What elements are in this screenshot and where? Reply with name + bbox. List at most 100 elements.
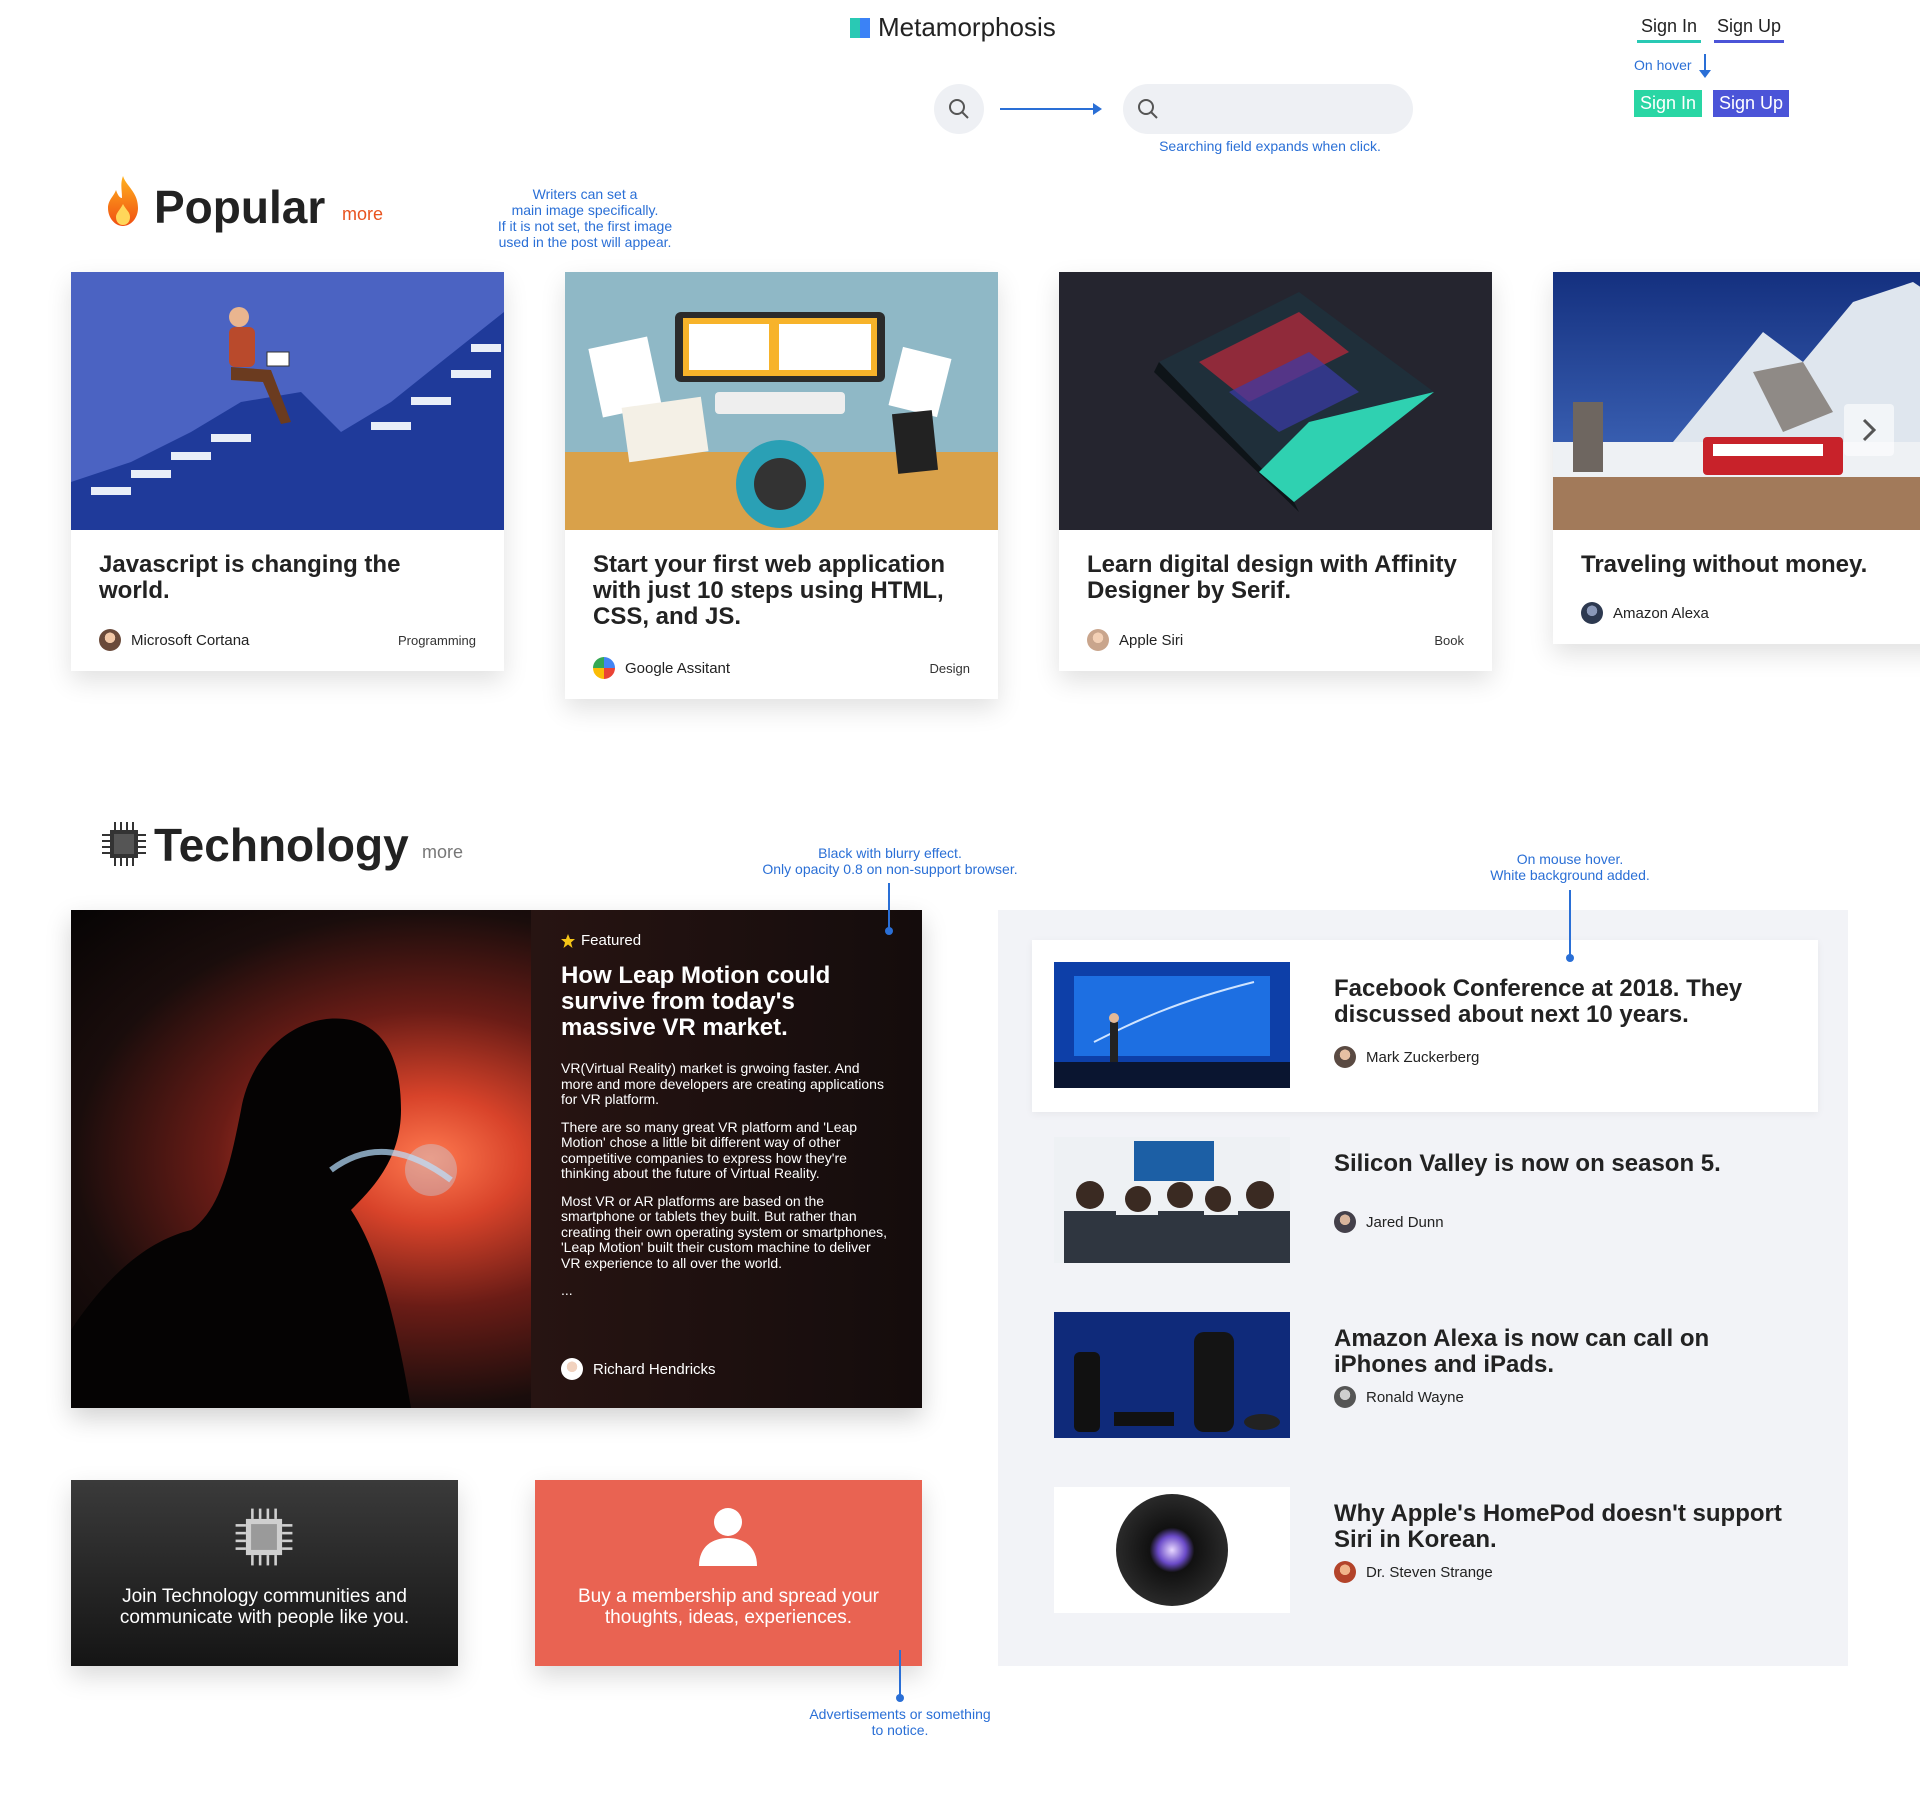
book-illustration (1059, 272, 1492, 530)
author-name[interactable]: Google Assitant (625, 660, 730, 677)
author-name[interactable]: Apple Siri (1119, 632, 1183, 649)
author-name[interactable]: Amazon Alexa (1613, 605, 1709, 622)
sign-up-button-hover[interactable]: Sign Up (1713, 90, 1790, 117)
avatar (1334, 1211, 1356, 1233)
annotation-line: On mouse hover. (1516, 851, 1624, 867)
search-field-expanded[interactable] (1123, 84, 1413, 134)
ads-annotation: Advertisements or something to notice. (780, 1706, 1020, 1738)
hover-bg-annotation: On mouse hover. White background added. (1450, 851, 1690, 883)
author-name[interactable]: Jared Dunn (1366, 1214, 1444, 1231)
hover-annotation-pin (1566, 890, 1574, 962)
workspace-illustration (565, 272, 998, 530)
featured-paragraph: VR(Virtual Reality) market is grwoing fa… (561, 1060, 884, 1107)
list-thumbnail (1054, 1312, 1290, 1438)
annotation-line: Black with blurry effect. (818, 845, 962, 861)
popular-card[interactable]: Learn digital design with Affinity Desig… (1059, 272, 1492, 671)
author-name[interactable]: Dr. Steven Strange (1366, 1564, 1493, 1581)
popular-card[interactable]: Traveling without money. Amazon Alexa (1553, 272, 1920, 644)
carousel-next-button[interactable] (1844, 404, 1894, 456)
list-item[interactable]: Facebook Conference at 2018. They discus… (1032, 940, 1818, 1112)
annotation-line: Only opacity 0.8 on non-support browser. (762, 861, 1018, 877)
list-item-meta: Jared Dunn (1334, 1211, 1444, 1233)
avatar (1087, 629, 1109, 651)
list-item-title[interactable]: Silicon Valley is now on season 5. (1334, 1151, 1794, 1177)
homepod-photo (1054, 1487, 1290, 1613)
popular-card[interactable]: Start your first web application with ju… (565, 272, 998, 699)
featured-panel: Featured How Leap Motion could survive f… (531, 910, 922, 1408)
card-title[interactable]: Traveling without money. (1581, 552, 1920, 578)
avatar (593, 657, 615, 679)
author-name[interactable]: Richard Hendricks (593, 1361, 716, 1378)
featured-meta: Richard Hendricks (561, 1358, 716, 1380)
category-label[interactable]: Book (1434, 633, 1464, 648)
annotation-line: If it is not set, the first image (497, 218, 673, 234)
card-title[interactable]: Javascript is changing the world. (99, 552, 476, 604)
membership-text: Buy a membership and spread your thought… (578, 1586, 879, 1628)
silicon-valley-photo (1054, 1137, 1290, 1263)
card-meta: Amazon Alexa (1581, 602, 1920, 624)
brand[interactable]: Metamorphosis (850, 12, 1056, 43)
annotation-line: Writers can set a (532, 186, 638, 202)
popular-card[interactable]: Javascript is changing the world. Micros… (71, 272, 504, 671)
author-name[interactable]: Microsoft Cortana (131, 632, 249, 649)
search-icon (949, 99, 969, 119)
list-item[interactable]: Amazon Alexa is now can call on iPhones … (1032, 1290, 1818, 1462)
card-title[interactable]: Learn digital design with Affinity Desig… (1087, 552, 1464, 604)
mountain-train-photo (1553, 272, 1920, 530)
user-icon (699, 1506, 757, 1571)
sign-in-button-hover[interactable]: Sign In (1634, 90, 1703, 117)
annotation-line: Advertisements or something (809, 1706, 991, 1722)
featured-title[interactable]: How Leap Motion could survive from today… (561, 963, 892, 1041)
author-name[interactable]: Ronald Wayne (1366, 1389, 1464, 1406)
list-thumbnail (1054, 962, 1290, 1088)
stairs-illustration (71, 272, 504, 530)
search-annotation: Searching field expands when click. (1159, 138, 1381, 154)
sign-in-link[interactable]: Sign In (1637, 16, 1701, 43)
brand-logo-icon (850, 17, 870, 38)
card-image (565, 272, 998, 530)
list-item[interactable]: Why Apple's HomePod doesn't support Siri… (1032, 1465, 1818, 1637)
category-label[interactable]: Programming (398, 633, 476, 648)
card-image (1059, 272, 1492, 530)
list-item-meta: Dr. Steven Strange (1334, 1561, 1493, 1583)
avatar (1334, 1046, 1356, 1068)
star-icon (561, 933, 575, 948)
chip-icon (233, 1506, 295, 1573)
annotation-line: to notice. (871, 1722, 929, 1738)
list-item-title[interactable]: Facebook Conference at 2018. They discus… (1334, 976, 1794, 1028)
join-community-text: Join Technology communities and communic… (119, 1586, 410, 1628)
blur-annotation: Black with blurry effect. Only opacity 0… (730, 845, 1050, 877)
popular-more-link[interactable]: more (342, 204, 383, 225)
avatar (99, 629, 121, 651)
section-title-technology: Technology (154, 819, 409, 871)
list-item-title[interactable]: Amazon Alexa is now can call on iPhones … (1334, 1326, 1794, 1378)
section-title-popular: Popular (154, 181, 326, 233)
sign-up-link[interactable]: Sign Up (1714, 16, 1784, 43)
avatar (1334, 1561, 1356, 1583)
list-item-meta: Mark Zuckerberg (1334, 1046, 1479, 1068)
echo-devices-photo (1054, 1312, 1290, 1438)
brand-name: Metamorphosis (878, 12, 1056, 42)
join-community-box[interactable]: Join Technology communities and communic… (71, 1480, 458, 1666)
membership-box[interactable]: Buy a membership and spread your thought… (535, 1480, 922, 1666)
search-input[interactable] (1169, 99, 1403, 119)
list-item[interactable]: Silicon Valley is now on season 5. Jared… (1032, 1115, 1818, 1287)
list-item-title[interactable]: Why Apple's HomePod doesn't support Siri… (1334, 1501, 1794, 1553)
chip-icon (100, 820, 148, 873)
featured-paragraph: There are so many great VR platform and … (561, 1118, 858, 1181)
chevron-right-icon (1862, 418, 1877, 442)
blur-annotation-pin (885, 883, 893, 935)
annotation-line: main image specifically. (511, 202, 659, 218)
technology-more-link[interactable]: more (422, 842, 463, 863)
card-meta: Microsoft Cortana Programming (99, 629, 476, 651)
author-name[interactable]: Mark Zuckerberg (1366, 1049, 1479, 1066)
search-button[interactable] (934, 84, 984, 134)
list-item-meta: Ronald Wayne (1334, 1386, 1464, 1408)
featured-article[interactable]: Featured How Leap Motion could survive f… (71, 910, 922, 1408)
vr-silhouette (71, 1018, 457, 1408)
category-label[interactable]: Design (930, 661, 970, 676)
fire-icon (104, 176, 142, 231)
card-title[interactable]: Start your first web application with ju… (593, 552, 970, 630)
featured-tag: Featured (561, 932, 892, 949)
tech-article-list: Facebook Conference at 2018. They discus… (998, 890, 1848, 1666)
